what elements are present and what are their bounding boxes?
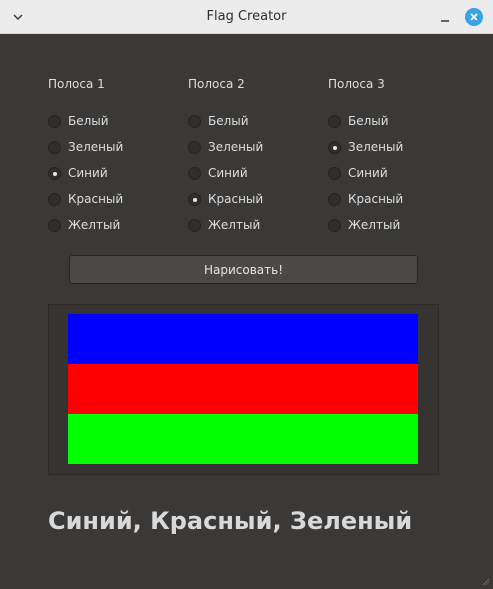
radio-button[interactable] bbox=[328, 193, 341, 206]
option-label: Белый bbox=[68, 114, 109, 128]
flag-stripe-1 bbox=[68, 314, 418, 364]
option-label: Зеленый bbox=[348, 140, 404, 154]
result-text: Синий, Красный, Зеленый bbox=[48, 507, 413, 535]
column-1-heading: Полоса 1 bbox=[48, 77, 105, 91]
radio-button[interactable] bbox=[328, 167, 341, 180]
radio-button[interactable] bbox=[188, 167, 201, 180]
column-3-heading: Полоса 3 bbox=[328, 77, 385, 91]
close-icon bbox=[470, 13, 478, 21]
option-label: Зеленый bbox=[208, 140, 264, 154]
option-label: Желтый bbox=[208, 218, 261, 232]
radio-button[interactable] bbox=[48, 193, 61, 206]
option-label: Синий bbox=[208, 166, 248, 180]
option-label: Красный bbox=[68, 192, 124, 206]
resize-grip-icon[interactable] bbox=[480, 576, 490, 586]
option-label: Белый bbox=[208, 114, 249, 128]
radio-button[interactable] bbox=[48, 115, 61, 128]
radio-button[interactable] bbox=[188, 115, 201, 128]
radio-button[interactable] bbox=[188, 219, 201, 232]
option-label: Красный bbox=[348, 192, 404, 206]
column-2-heading: Полоса 2 bbox=[188, 77, 245, 91]
radio-button[interactable] bbox=[328, 141, 341, 154]
option-label: Зеленый bbox=[68, 140, 124, 154]
radio-button[interactable] bbox=[188, 141, 201, 154]
radio-button[interactable] bbox=[48, 167, 61, 180]
option-label: Белый bbox=[348, 114, 389, 128]
title-bar: Flag Creator bbox=[0, 0, 493, 34]
draw-button[interactable]: Нарисовать! bbox=[69, 255, 418, 284]
flag-stripe-3 bbox=[68, 414, 418, 464]
option-label: Синий bbox=[68, 166, 108, 180]
option-label: Синий bbox=[348, 166, 388, 180]
window-title: Flag Creator bbox=[206, 9, 287, 24]
option-label: Красный bbox=[208, 192, 264, 206]
flag-stripe-2 bbox=[68, 364, 418, 414]
radio-button[interactable] bbox=[188, 193, 201, 206]
radio-button[interactable] bbox=[328, 219, 341, 232]
close-button[interactable] bbox=[465, 8, 483, 26]
option-label: Желтый bbox=[68, 218, 121, 232]
minimize-icon[interactable] bbox=[437, 9, 453, 25]
radio-button[interactable] bbox=[48, 219, 61, 232]
radio-button[interactable] bbox=[48, 141, 61, 154]
radio-button[interactable] bbox=[328, 115, 341, 128]
option-label: Желтый bbox=[348, 218, 401, 232]
